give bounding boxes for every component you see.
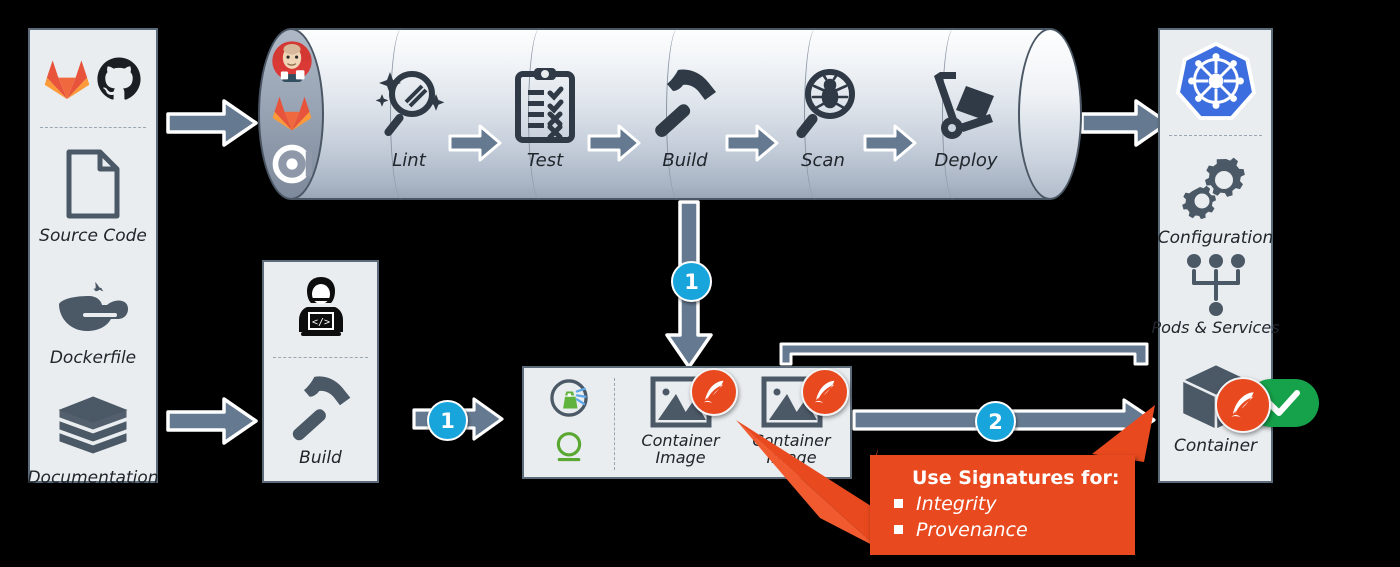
pipeline-stage-test: Test — [490, 28, 600, 200]
registry-tool-icons — [538, 374, 600, 474]
signatures-callout: Use Signatures for: Integrity Provenance — [870, 455, 1135, 555]
notary-feather-icon — [1215, 377, 1271, 433]
docker-whale-icon — [53, 262, 133, 350]
build-divider — [273, 357, 368, 358]
registry-image-label-line2: Image — [655, 447, 706, 467]
cluster-item-label: Configuration — [1157, 228, 1274, 248]
gears-icon — [1180, 148, 1252, 230]
callout-bullet: Provenance — [894, 519, 1135, 541]
harbor-lighthouse-icon — [548, 377, 590, 423]
pipeline-tool-icons — [268, 36, 316, 192]
developer-laptop-icon: </> — [290, 270, 352, 348]
lint-magnifier-sparkle-icon — [370, 58, 448, 144]
bullet-square-icon — [894, 499, 903, 508]
source-item-label: Dockerfile — [49, 348, 137, 368]
bug-magnifier-icon — [784, 58, 862, 144]
pipeline-stage-deploy: Deploy — [906, 28, 1026, 200]
source-item-dockerfile: Dockerfile — [30, 262, 156, 387]
hand-truck-icon — [926, 58, 1006, 144]
hammer-icon — [648, 58, 722, 144]
ci-cd-pipeline: Lint Test Build Scan Deploy — [258, 28, 1082, 200]
pipeline-arrow-test-build — [587, 123, 641, 163]
source-inputs-panel: Source Code Dockerfile Documentation — [27, 28, 159, 487]
pipeline-stage-label: Build — [662, 149, 708, 171]
pipeline-arrow-build-scan — [725, 123, 779, 163]
source-item-label: Source Code — [39, 226, 147, 246]
cluster-item-label: Pods & Services — [1151, 318, 1280, 337]
source-item-source-code: Source Code — [30, 140, 156, 265]
source-divider-1 — [40, 127, 146, 128]
document-icon — [65, 140, 121, 228]
pods-services-icon — [1180, 248, 1252, 320]
github-icon — [96, 56, 142, 102]
build-item-build: Build — [264, 370, 377, 480]
source-item-label: Documentation — [27, 468, 159, 488]
pipeline-stage-scan: Scan — [768, 28, 878, 200]
hammer-icon — [286, 370, 356, 450]
kubernetes-helm-icon — [1175, 38, 1257, 124]
pipeline-right-cap — [1018, 28, 1082, 200]
cluster-item-pods-services: Pods & Services — [1151, 248, 1280, 368]
pipeline-arrow-lint-test — [448, 123, 502, 163]
arrow-source-to-pipeline — [166, 98, 258, 148]
bullet-square-icon — [894, 525, 903, 534]
pipeline-stage-label: Lint — [392, 149, 426, 171]
kubernetes-icon-cell — [1160, 38, 1271, 128]
pipeline-stage-label: Test — [526, 149, 564, 171]
gitlab-icon — [272, 94, 312, 136]
pipeline-stage-label: Scan — [801, 149, 845, 171]
svg-text:</>: </> — [311, 317, 329, 328]
arrow-pipeline-to-cluster — [1080, 98, 1170, 148]
pipeline-stage-label: Deploy — [934, 149, 998, 171]
callout-bullet-list: Integrity Provenance — [870, 493, 1135, 541]
pipeline-stage-lint: Lint — [354, 28, 464, 200]
connector-registry-bracket — [778, 341, 1150, 367]
clipboard-check-icon — [514, 58, 576, 144]
cluster-item-label: Container — [1173, 436, 1258, 456]
cluster-divider — [1168, 135, 1263, 136]
arrow-source-to-build — [166, 396, 258, 446]
callout-bullet: Integrity — [894, 493, 1135, 515]
books-icon — [54, 382, 132, 470]
developer-build-panel: </> Build — [262, 260, 379, 483]
pipeline-stage-build: Build — [630, 28, 740, 200]
pipeline-arrow-scan-deploy — [863, 123, 917, 163]
quay-circle-icon — [549, 428, 589, 472]
callout-title: Use Signatures for: — [912, 467, 1120, 489]
badge-build-to-registry: 1 — [427, 400, 468, 441]
jenkins-icon — [271, 40, 313, 86]
circleci-icon — [272, 144, 315, 188]
registry-divider — [614, 378, 615, 470]
developer-icon-cell: </> — [264, 270, 377, 350]
build-item-label: Build — [299, 448, 342, 468]
source-item-documentation: Documentation — [27, 382, 159, 507]
badge-pipeline-to-registry: 1 — [671, 261, 712, 302]
diagram-canvas: Source Code Dockerfile Documentation Lin… — [0, 0, 1400, 567]
gitlab-icon — [44, 57, 90, 101]
scm-icon-row — [30, 40, 156, 118]
